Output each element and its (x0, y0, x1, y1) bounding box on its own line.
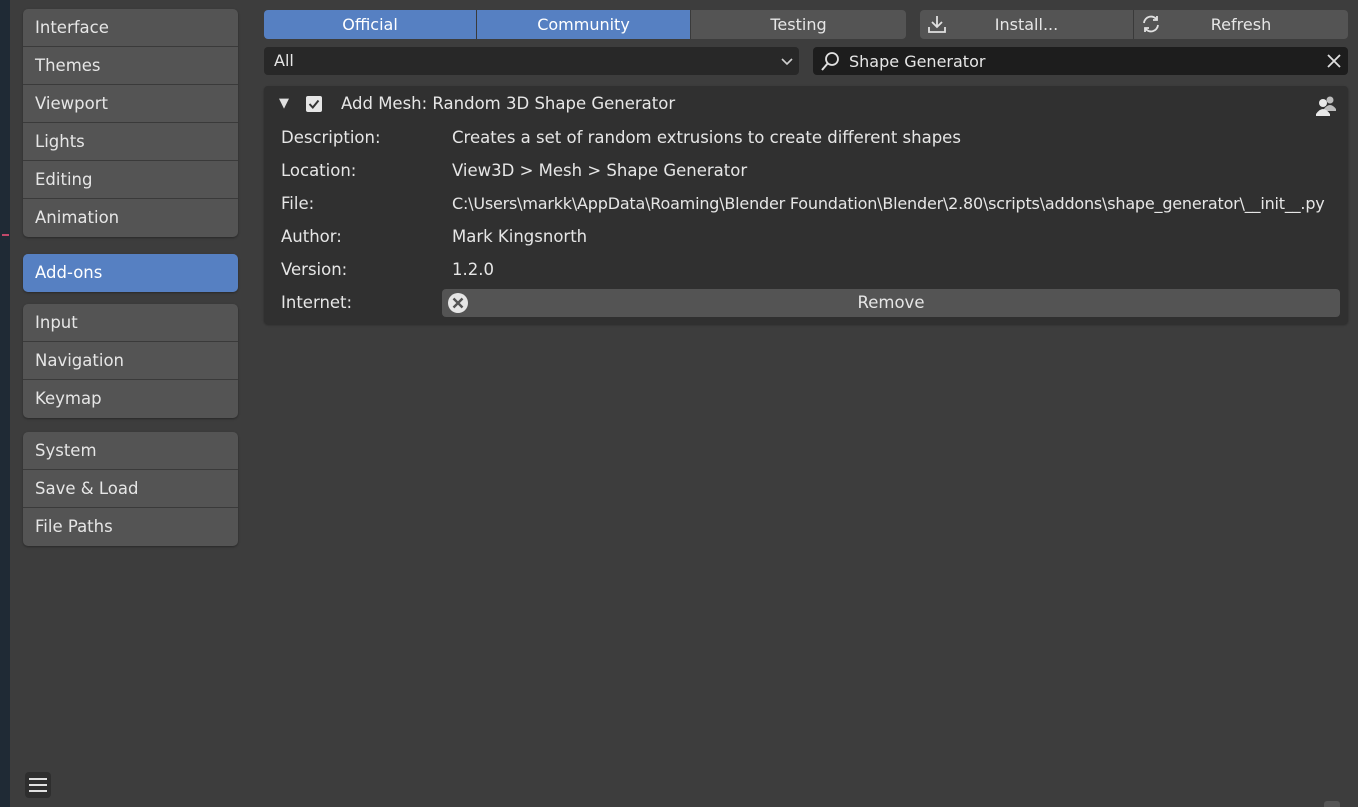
remove-label: Remove (857, 293, 925, 312)
sidebar-item-keymap[interactable]: Keymap (23, 380, 238, 418)
sidebar-item-input[interactable]: Input (23, 304, 238, 342)
sidebar-group-input: Input Navigation Keymap (23, 304, 238, 418)
sidebar-group-system: System Save & Load File Paths (23, 432, 238, 546)
remove-button[interactable]: Remove (442, 289, 1340, 317)
tab-official[interactable]: Official (264, 10, 477, 39)
remove-x-icon (448, 293, 468, 313)
addon-panel: ▼ Add Mesh: Random 3D Shape Generator De… (264, 86, 1348, 324)
sidebar-item-lights[interactable]: Lights (23, 123, 238, 161)
description-label: Description: (281, 128, 381, 147)
addon-enable-checkbox[interactable] (306, 96, 322, 112)
edge-marker (2, 234, 9, 236)
chevron-down-icon (781, 58, 793, 66)
author-label: Author: (281, 227, 342, 246)
version-value: 1.2.0 (452, 260, 494, 279)
category-dropdown[interactable]: All (264, 47, 799, 75)
collapse-triangle-icon[interactable]: ▼ (279, 96, 289, 111)
sidebar-item-interface[interactable]: Interface (23, 9, 238, 47)
resize-corner[interactable] (1324, 801, 1340, 807)
sidebar-item-editing[interactable]: Editing (23, 161, 238, 199)
install-label: Install... (994, 15, 1059, 34)
refresh-label: Refresh (1210, 15, 1272, 34)
addon-search (813, 47, 1348, 75)
install-refresh-group: Install... Refresh (920, 10, 1348, 39)
internet-label: Internet: (281, 293, 353, 312)
download-icon (928, 16, 946, 33)
sidebar-item-system[interactable]: System (23, 432, 238, 470)
refresh-icon (1143, 15, 1159, 33)
version-label: Version: (281, 260, 348, 279)
sidebar-item-themes[interactable]: Themes (23, 47, 238, 85)
location-label: Location: (281, 161, 357, 180)
sidebar-group-addons: Add-ons (23, 254, 238, 292)
community-users-icon (1316, 96, 1336, 116)
left-editor-edge (0, 0, 10, 807)
refresh-button[interactable]: Refresh (1134, 10, 1348, 39)
sidebar-item-animation[interactable]: Animation (23, 199, 238, 237)
description-value: Creates a set of random extrusions to cr… (452, 128, 961, 147)
search-input[interactable] (849, 47, 1309, 75)
sidebar-item-viewport[interactable]: Viewport (23, 85, 238, 123)
install-button[interactable]: Install... (920, 10, 1134, 39)
preferences-menu-icon[interactable] (25, 772, 51, 798)
sidebar-item-save-load[interactable]: Save & Load (23, 470, 238, 508)
sidebar-item-navigation[interactable]: Navigation (23, 342, 238, 380)
sidebar-item-file-paths[interactable]: File Paths (23, 508, 238, 546)
sidebar-group-interface: Interface Themes Viewport Lights Editing… (23, 9, 238, 237)
support-level-tabs: Official Community Testing (264, 10, 906, 39)
author-value: Mark Kingsnorth (452, 227, 588, 246)
clear-search-icon[interactable] (1326, 53, 1342, 69)
tab-community[interactable]: Community (477, 10, 691, 39)
file-value: C:\Users\markk\AppData\Roaming\Blender F… (452, 194, 1325, 213)
file-label: File: (281, 194, 315, 213)
sidebar-item-addons[interactable]: Add-ons (23, 254, 238, 292)
location-value: View3D > Mesh > Shape Generator (452, 161, 748, 180)
tab-testing[interactable]: Testing (691, 10, 906, 39)
addon-title: Add Mesh: Random 3D Shape Generator (341, 94, 676, 113)
category-value: All (274, 51, 294, 70)
search-icon (821, 52, 839, 71)
